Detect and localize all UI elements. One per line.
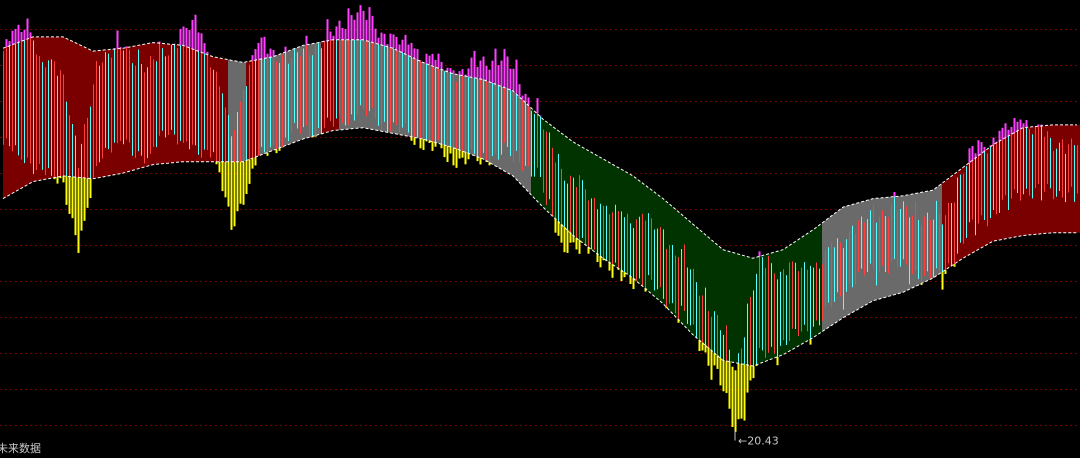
min-price-label: ←20.43 [738,434,779,447]
band-candlestick-chart: ←20.43 未来数据 [0,5,1080,455]
footer-label: 未来数据 [0,441,41,454]
band-segment-down [531,107,822,367]
chart-area: ←20.43 未来数据 [0,0,1080,455]
